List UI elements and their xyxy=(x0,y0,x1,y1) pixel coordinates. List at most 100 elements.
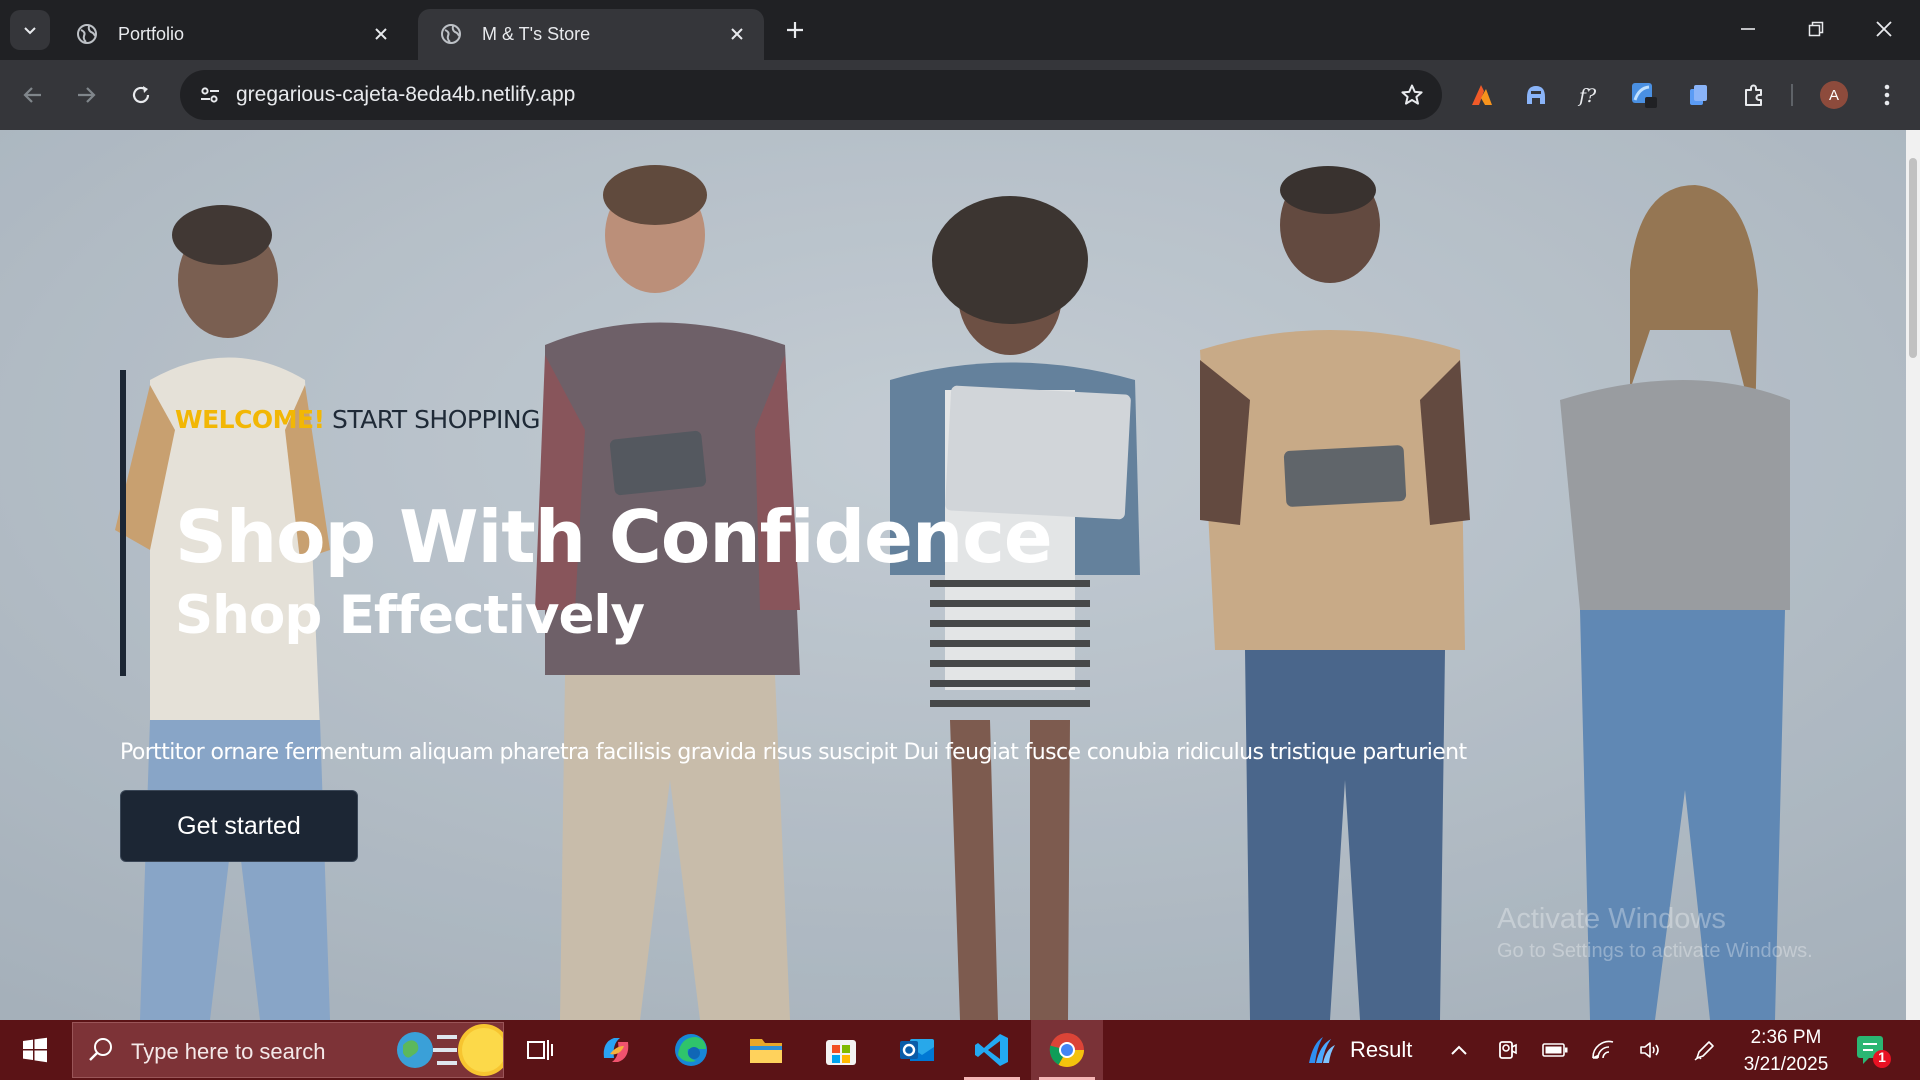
svg-text:f?: f? xyxy=(1577,85,1597,107)
vscode-icon xyxy=(975,1034,1008,1066)
arrow-right-icon xyxy=(78,87,96,103)
chevron-up-icon xyxy=(1451,1045,1467,1055)
windows-taskbar: Type here to search Result 2:36 PM 3/21/… xyxy=(0,1020,1920,1080)
extension-fox-icon xyxy=(1472,85,1492,105)
notification-center-button[interactable]: 1 xyxy=(1855,1032,1891,1068)
browser-toolbar: gregarious-cajeta-8eda4b.netlify.app f? … xyxy=(0,60,1920,130)
clock-date: 3/21/2025 xyxy=(1743,1054,1829,1075)
chrome-button[interactable] xyxy=(1031,1020,1103,1080)
meet-now-tray-button[interactable] xyxy=(1488,1020,1526,1080)
clock-time: 2:36 PM xyxy=(1750,1027,1822,1048)
page-scrollbar[interactable] xyxy=(1906,130,1920,1020)
pen-tray-button[interactable] xyxy=(1686,1020,1724,1080)
tab-close-button[interactable] xyxy=(368,21,394,47)
speaker-icon xyxy=(1640,1042,1659,1058)
restore-button[interactable] xyxy=(1782,0,1850,58)
back-button[interactable] xyxy=(13,75,53,115)
reload-button[interactable] xyxy=(121,75,161,115)
forward-button[interactable] xyxy=(66,75,106,115)
file-explorer-button[interactable] xyxy=(730,1020,802,1080)
extension-helmet-button[interactable] xyxy=(1517,76,1555,114)
tab-title: Portfolio xyxy=(118,24,185,44)
hero-accent-bar xyxy=(120,370,126,676)
volume-tray-button[interactable] xyxy=(1632,1020,1670,1080)
extension-pages-icon xyxy=(1690,85,1707,105)
plus-icon xyxy=(787,22,803,38)
tab-search-button[interactable] xyxy=(10,10,50,50)
start-button[interactable] xyxy=(0,1020,70,1080)
search-icon xyxy=(89,1038,112,1061)
wifi-icon xyxy=(1592,1040,1614,1059)
tune-icon xyxy=(201,87,219,103)
tab-portfolio[interactable]: Portfolio xyxy=(54,9,408,60)
more-vertical-icon xyxy=(1884,84,1890,106)
extension-fox-button[interactable] xyxy=(1463,76,1501,114)
arrow-left-icon xyxy=(23,87,41,103)
windows-logo-icon xyxy=(23,1037,47,1063)
outlook-button[interactable] xyxy=(881,1020,953,1080)
weather-label[interactable]: Result xyxy=(1350,1037,1412,1063)
task-view-button[interactable] xyxy=(504,1020,576,1080)
tab-store[interactable]: M & T's Store xyxy=(418,9,764,60)
show-hidden-icons-button[interactable] xyxy=(1440,1020,1478,1080)
task-view-icon xyxy=(527,1040,553,1060)
pen-icon xyxy=(1694,1041,1714,1061)
copilot-icon xyxy=(603,1038,629,1062)
hero-subheading: Shop Effectively xyxy=(175,585,645,646)
extension-fx-icon: f? xyxy=(1577,85,1597,107)
globe-icon xyxy=(77,24,97,44)
weather-widget[interactable] xyxy=(1300,1020,1340,1080)
battery-tray-button[interactable] xyxy=(1536,1020,1574,1080)
extension-fx-button[interactable]: f? xyxy=(1571,76,1609,114)
extension-blue-square-button[interactable] xyxy=(1625,76,1663,114)
network-tray-button[interactable] xyxy=(1584,1020,1622,1080)
extension-pages-button[interactable] xyxy=(1679,76,1717,114)
activate-windows-watermark: Activate Windows Go to Settings to activ… xyxy=(1497,903,1813,963)
close-icon xyxy=(375,28,387,40)
minimize-icon xyxy=(1741,28,1755,30)
copilot-button[interactable] xyxy=(580,1020,652,1080)
extension-blue-square-icon xyxy=(1632,83,1657,108)
close-icon xyxy=(1876,21,1892,37)
taskbar-search-box[interactable]: Type here to search xyxy=(72,1022,504,1078)
eyebrow-text: START SHOPPING xyxy=(324,405,541,434)
edge-icon xyxy=(675,1034,707,1066)
site-info-button[interactable] xyxy=(194,79,226,111)
microsoft-store-button[interactable] xyxy=(805,1020,877,1080)
close-window-button[interactable] xyxy=(1850,0,1918,58)
scrollbar-thumb[interactable] xyxy=(1909,158,1917,358)
watermark-title: Activate Windows xyxy=(1497,903,1726,935)
browser-menu-button[interactable] xyxy=(1868,76,1906,114)
page-viewport: WELCOME! START SHOPPING Shop With Confid… xyxy=(0,130,1906,1020)
hero-heading: Shop With Confidence xyxy=(175,495,1053,579)
extensions-menu-button[interactable] xyxy=(1735,76,1773,114)
toolbar-divider xyxy=(1791,84,1793,106)
reload-icon xyxy=(132,86,150,104)
star-icon xyxy=(1401,84,1423,105)
edge-button[interactable] xyxy=(655,1020,727,1080)
address-bar[interactable]: gregarious-cajeta-8eda4b.netlify.app xyxy=(180,70,1442,120)
chrome-icon xyxy=(1049,1033,1084,1067)
search-placeholder: Type here to search xyxy=(131,1039,326,1064)
profile-avatar[interactable]: A xyxy=(1820,81,1848,109)
vscode-button[interactable] xyxy=(956,1020,1028,1080)
battery-icon xyxy=(1542,1043,1568,1057)
device-icon xyxy=(1499,1041,1517,1059)
bookmark-button[interactable] xyxy=(1396,79,1428,111)
hero-description: Porttitor ornare fermentum aliquam phare… xyxy=(120,740,1467,765)
outlook-icon xyxy=(900,1039,934,1061)
watermark-subtitle: Go to Settings to activate Windows. xyxy=(1497,940,1813,962)
minimize-button[interactable] xyxy=(1714,0,1782,58)
restore-icon xyxy=(1808,21,1824,37)
weather-icon xyxy=(1309,1037,1335,1063)
tab-close-button[interactable] xyxy=(724,21,750,47)
get-started-button[interactable]: Get started xyxy=(120,790,358,862)
chevron-down-icon xyxy=(24,27,36,35)
store-icon xyxy=(826,1040,856,1065)
extension-helmet-icon xyxy=(1527,86,1545,104)
new-tab-button[interactable] xyxy=(778,13,812,47)
notification-count: 1 xyxy=(1878,1049,1886,1065)
hero-eyebrow: WELCOME! START SHOPPING xyxy=(175,405,541,434)
search-highlight-image xyxy=(397,1024,503,1076)
taskbar-clock[interactable]: 2:36 PM 3/21/2025 xyxy=(1730,1024,1842,1078)
